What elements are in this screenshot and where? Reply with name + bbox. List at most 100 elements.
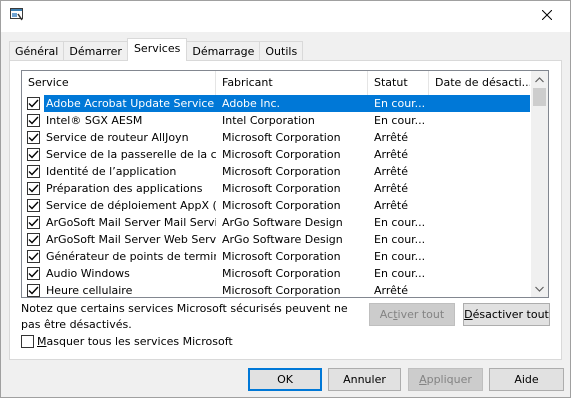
scroll-thumb[interactable] — [533, 88, 546, 106]
row-content: Intel® SGX AESM Intel Corporation En cour.… — [44, 112, 530, 129]
maker-cell: Microsoft Corporation — [222, 131, 341, 144]
tab-demarrage[interactable]: Démarrage — [186, 41, 261, 61]
ok-label: OK — [277, 373, 293, 386]
disable-date-cell — [429, 248, 530, 265]
help-button[interactable]: Aide — [489, 368, 564, 391]
disable-all-label-post: ésactiver tout — [472, 308, 549, 321]
service-name-cell: Intel® SGX AESM — [46, 114, 143, 127]
status-cell: En cour... — [374, 114, 426, 127]
maker-cell: Intel Corporation — [222, 114, 315, 127]
apply-button[interactable]: Appliquer — [408, 368, 483, 391]
status-cell: En cour... — [374, 233, 426, 246]
vertical-scrollbar[interactable] — [531, 71, 548, 297]
row-checkbox-cell — [22, 180, 44, 197]
cancel-button[interactable]: Annuler — [328, 368, 401, 391]
apply-label-key: A — [419, 373, 427, 386]
service-name-cell: Générateur de points de termina... — [46, 250, 216, 263]
disable-date-cell — [429, 282, 530, 297]
table-row[interactable]: Identité de l’application Microsoft Corpo… — [22, 163, 530, 180]
checkmark-icon — [28, 184, 39, 193]
scroll-down-arrow[interactable] — [531, 280, 548, 297]
disable-date-cell — [429, 95, 530, 112]
ok-button[interactable]: OK — [248, 368, 322, 391]
cancel-label: Annuler — [343, 373, 386, 386]
row-checkbox[interactable] — [26, 250, 40, 263]
row-checkbox[interactable] — [26, 148, 40, 161]
checkmark-icon — [28, 252, 39, 261]
maker-cell: Microsoft Corporation — [222, 165, 341, 178]
table-row[interactable]: Audio Windows Microsoft Corporation En cou… — [22, 265, 530, 282]
table-row[interactable]: Intel® SGX AESM Intel Corporation En cour.… — [22, 112, 530, 129]
row-content: ArGoSoft Mail Server Web Service ArGo Sof… — [44, 231, 530, 248]
table-row[interactable]: ArGoSoft Mail Server Mail Services ArGo S… — [22, 214, 530, 231]
column-header-service[interactable]: Service — [22, 71, 216, 95]
table-row[interactable]: Service de déploiement AppX (A... Microso… — [22, 197, 530, 214]
table-row[interactable]: Service de la passerelle de la co... Micr… — [22, 146, 530, 163]
checkmark-icon — [28, 218, 39, 227]
row-checkbox[interactable] — [26, 182, 40, 195]
status-cell: En cour... — [374, 97, 426, 110]
disable-all-button[interactable]: Désactiver tout — [463, 303, 550, 326]
table-row[interactable]: Préparation des applications Microsoft Co… — [22, 180, 530, 197]
service-name-cell: Préparation des applications — [46, 182, 203, 195]
row-checkbox[interactable] — [26, 233, 40, 246]
row-content: Service de la passerelle de la co... Micr… — [44, 146, 530, 163]
maker-cell: Microsoft Corporation — [222, 148, 341, 161]
row-checkbox[interactable] — [26, 131, 40, 144]
row-checkbox[interactable] — [26, 216, 40, 229]
table-row[interactable]: Adobe Acrobat Update Service Adobe Inc. En… — [22, 95, 530, 112]
list-rows: Adobe Acrobat Update Service Adobe Inc. En… — [22, 95, 530, 297]
enable-all-button[interactable]: Ac t iver tout — [369, 303, 455, 326]
service-name-cell: ArGoSoft Mail Server Web Service — [46, 233, 216, 246]
maker-cell: ArGo Software Design — [222, 216, 343, 229]
scroll-up-arrow[interactable] — [531, 71, 548, 88]
status-cell: Arrêté — [374, 148, 408, 161]
chevron-up-icon — [535, 73, 544, 86]
checkbox[interactable] — [21, 335, 34, 348]
row-content: Heure cellulaire Microsoft Corporation Arr… — [44, 282, 530, 297]
row-content: Préparation des applications Microsoft Co… — [44, 180, 530, 197]
row-checkbox-cell — [22, 214, 44, 231]
row-checkbox-cell — [22, 163, 44, 180]
disable-date-cell — [429, 112, 530, 129]
table-row[interactable]: ArGoSoft Mail Server Web Service ArGo Sof… — [22, 231, 530, 248]
tab-strip: Général Démarrer Services Démarrage Outi… — [9, 38, 304, 61]
row-checkbox[interactable] — [26, 114, 40, 127]
close-button[interactable] — [524, 1, 570, 31]
row-checkbox-cell — [22, 197, 44, 214]
row-checkbox[interactable] — [26, 267, 40, 280]
checkmark-icon — [28, 235, 39, 244]
row-checkbox-cell — [22, 231, 44, 248]
tab-general[interactable]: Général — [9, 41, 65, 61]
table-row[interactable]: Heure cellulaire Microsoft Corporation Arr… — [22, 282, 530, 297]
tab-outils[interactable]: Outils — [259, 41, 304, 61]
row-checkbox[interactable] — [26, 199, 40, 212]
table-row[interactable]: Générateur de points de termina... Micros… — [22, 248, 530, 265]
service-name-cell: Adobe Acrobat Update Service — [46, 97, 215, 110]
status-cell: Arrêté — [374, 284, 408, 297]
disable-date-cell — [429, 197, 530, 214]
column-header-date[interactable]: Date de désacti... — [429, 71, 530, 95]
tab-services[interactable]: Services — [126, 38, 188, 61]
column-header-fabricant[interactable]: Fabricant — [216, 71, 368, 95]
disable-date-cell — [429, 146, 530, 163]
checkmark-icon — [28, 133, 39, 142]
row-checkbox[interactable] — [26, 97, 40, 110]
row-checkbox[interactable] — [26, 284, 40, 297]
row-content: Identité de l’application Microsoft Corpo… — [44, 163, 530, 180]
column-header-statut[interactable]: Statut — [368, 71, 429, 95]
status-cell: Arrêté — [374, 131, 408, 144]
services-list[interactable]: Service Fabricant Statut Date de désacti… — [21, 70, 549, 298]
maker-cell: Microsoft Corporation — [222, 250, 341, 263]
disable-date-cell — [429, 129, 530, 146]
maker-cell: Microsoft Corporation — [222, 267, 341, 280]
hide-ms-services-checkbox[interactable]: Masquer tous les services Microsoft — [21, 335, 233, 348]
row-checkbox-cell — [22, 129, 44, 146]
disable-date-cell — [429, 231, 530, 248]
table-row[interactable]: Service de routeur AllJoyn Microsoft Corp… — [22, 129, 530, 146]
row-content: Générateur de points de termina... Micros… — [44, 248, 530, 265]
checkmark-icon — [28, 269, 39, 278]
status-cell: En cour... — [374, 250, 426, 263]
tab-demarrer[interactable]: Démarrer — [63, 41, 128, 61]
row-checkbox[interactable] — [26, 165, 40, 178]
